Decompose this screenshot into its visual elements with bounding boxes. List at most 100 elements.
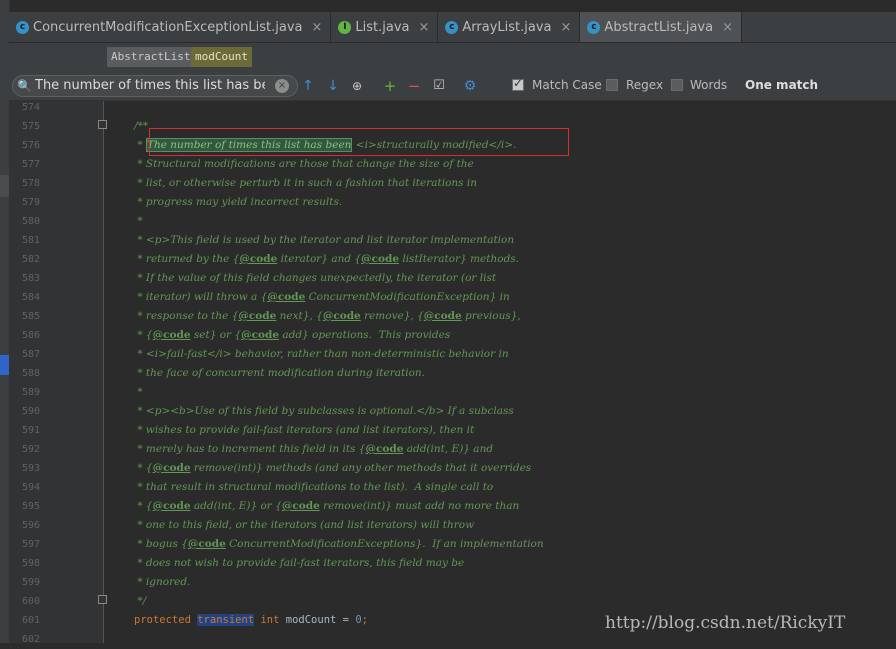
line-number: 586	[21, 330, 40, 341]
search-input[interactable]: The number of times this list has been	[35, 78, 265, 93]
line-number: 595	[21, 501, 40, 512]
regex-label[interactable]: Regex	[626, 78, 663, 92]
tab-label: AbstractList.java	[604, 19, 714, 35]
code-line: * wishes to provide fail-fast iterators …	[134, 424, 475, 436]
code-line: * <i>fail-fast</i> behavior, rather than…	[134, 348, 509, 360]
code-line: * iterator) will throw a {@code Concurre…	[134, 291, 510, 303]
code-line: * progress may yield incorrect results.	[134, 196, 343, 208]
fold-icon[interactable]	[98, 595, 107, 604]
line-number: 585	[21, 311, 40, 322]
line-number: 587	[21, 349, 40, 360]
tab-concurrent-modification-exception-list[interactable]: c ConcurrentModificationExceptionList.ja…	[9, 12, 332, 42]
line-number: 589	[21, 387, 40, 398]
gutter-separator	[103, 101, 104, 643]
editor-tab-bar: c ConcurrentModificationExceptionList.ja…	[9, 12, 896, 43]
code-line: * the face of concurrent modification du…	[134, 367, 426, 379]
match-case-checkbox[interactable]	[512, 76, 524, 91]
search-hit-annotation-box	[149, 128, 569, 156]
close-icon[interactable]: ×	[722, 20, 733, 35]
code-line: /**	[134, 120, 149, 132]
line-number: 576	[21, 140, 40, 151]
code-line: * does not wish to provide fail-fast ite…	[134, 557, 465, 569]
code-line: * that result in structural modification…	[134, 481, 494, 493]
tab-arraylist-java[interactable]: c ArrayList.java ×	[438, 12, 581, 42]
tab-label: ArrayList.java	[462, 19, 552, 35]
search-field[interactable]: 🔍 The number of times this list has been…	[12, 75, 298, 97]
code-line: * list, or otherwise perturb it in such …	[134, 177, 477, 189]
close-icon[interactable]: ×	[419, 20, 430, 35]
tab-list-java[interactable]: I List.java ×	[331, 12, 439, 42]
words-checkbox[interactable]	[671, 79, 683, 91]
line-number: 592	[21, 444, 40, 455]
line-number: 600	[21, 596, 40, 607]
line-number: 601	[21, 615, 40, 626]
tab-abstractlist-java[interactable]: c AbstractList.java ×	[580, 12, 742, 42]
code-line: * <p><b>Use of this field by subclasses …	[134, 405, 514, 417]
next-occurrence-icon[interactable]: ↓	[325, 77, 341, 95]
tab-label: ConcurrentModificationExceptionList.java	[33, 19, 303, 35]
search-result-count: One match	[745, 78, 819, 92]
words-label[interactable]: Words	[690, 78, 727, 92]
line-number: 593	[21, 463, 40, 474]
code-line: protected transient int modCount = 0;	[134, 614, 368, 626]
stripe-marker	[0, 175, 9, 197]
tab-bar-filler	[742, 12, 896, 42]
breadcrumb-class[interactable]: AbstractList	[107, 47, 195, 67]
toggle-selection-icon[interactable]: ☑	[430, 77, 448, 95]
java-interface-icon: I	[338, 20, 352, 34]
code-line: * response to the {@code next}, {@code r…	[134, 310, 521, 322]
find-toolbar: 🔍 The number of times this list has been…	[9, 72, 896, 101]
line-number: 596	[21, 520, 40, 531]
add-occurrence-icon[interactable]: +	[381, 77, 399, 95]
java-class-icon: c	[16, 20, 29, 34]
line-number: 599	[21, 577, 40, 588]
tab-label: List.java	[355, 19, 410, 35]
previous-occurrence-icon[interactable]: ↑	[300, 77, 316, 95]
remove-occurrence-icon[interactable]: −	[405, 77, 423, 95]
code-line: * ignored.	[134, 576, 191, 588]
regex-checkbox[interactable]	[606, 79, 618, 91]
fold-icon[interactable]	[98, 120, 107, 129]
match-case-label[interactable]: Match Case	[532, 78, 602, 92]
code-line: * returned by the {@code iterator} and {…	[134, 253, 520, 265]
watermark: http://blog.csdn.net/RickyIT	[605, 613, 846, 633]
line-number: 577	[21, 159, 40, 170]
code-line: * Structural modifications are those tha…	[134, 158, 474, 170]
code-line: *	[134, 215, 143, 227]
line-number: 591	[21, 425, 40, 436]
line-number: 594	[21, 482, 40, 493]
code-line: * {@code remove(int)} methods (and any o…	[134, 462, 532, 474]
line-number: 590	[21, 406, 40, 417]
line-number: 580	[21, 216, 40, 227]
gear-icon[interactable]: ⚙	[461, 77, 479, 95]
breadcrumb-field[interactable]: modCount	[191, 47, 252, 67]
line-number: 575	[21, 121, 40, 132]
java-class-icon: c	[445, 20, 459, 34]
code-line: * If the value of this field changes une…	[134, 272, 497, 284]
code-line: * merely has to increment this field in …	[134, 443, 494, 455]
line-number: 597	[21, 539, 40, 550]
line-number: 584	[21, 292, 40, 303]
clear-icon[interactable]: ×	[275, 79, 289, 93]
line-number: 578	[21, 178, 40, 189]
line-number: 602	[21, 634, 40, 645]
code-line: * {@code set} or {@code add} operations.…	[134, 329, 451, 341]
code-line: * {@code add(int, E)} or {@code remove(i…	[134, 500, 520, 512]
code-editor[interactable]: 574 575/** 576 * The number of times this …	[9, 101, 896, 645]
close-icon[interactable]: ×	[311, 20, 322, 35]
java-class-icon: c	[587, 20, 601, 34]
line-number: 582	[21, 254, 40, 265]
stripe-marker-selected	[0, 355, 9, 375]
code-line: * bogus {@code ConcurrentModificationExc…	[134, 538, 544, 550]
close-icon[interactable]: ×	[561, 20, 572, 35]
line-number: 598	[21, 558, 40, 569]
code-line: * one to this field, or the iterators (a…	[134, 519, 475, 531]
code-line: */	[134, 595, 147, 607]
line-number: 579	[21, 197, 40, 208]
search-icon[interactable]: 🔍	[17, 79, 32, 93]
line-number: 588	[21, 368, 40, 379]
code-line: * <p>This field is used by the iterator …	[134, 234, 515, 246]
line-number: 574	[21, 102, 40, 113]
line-number: 581	[21, 235, 40, 246]
select-all-occurrences-icon[interactable]: ⊕	[348, 77, 366, 95]
